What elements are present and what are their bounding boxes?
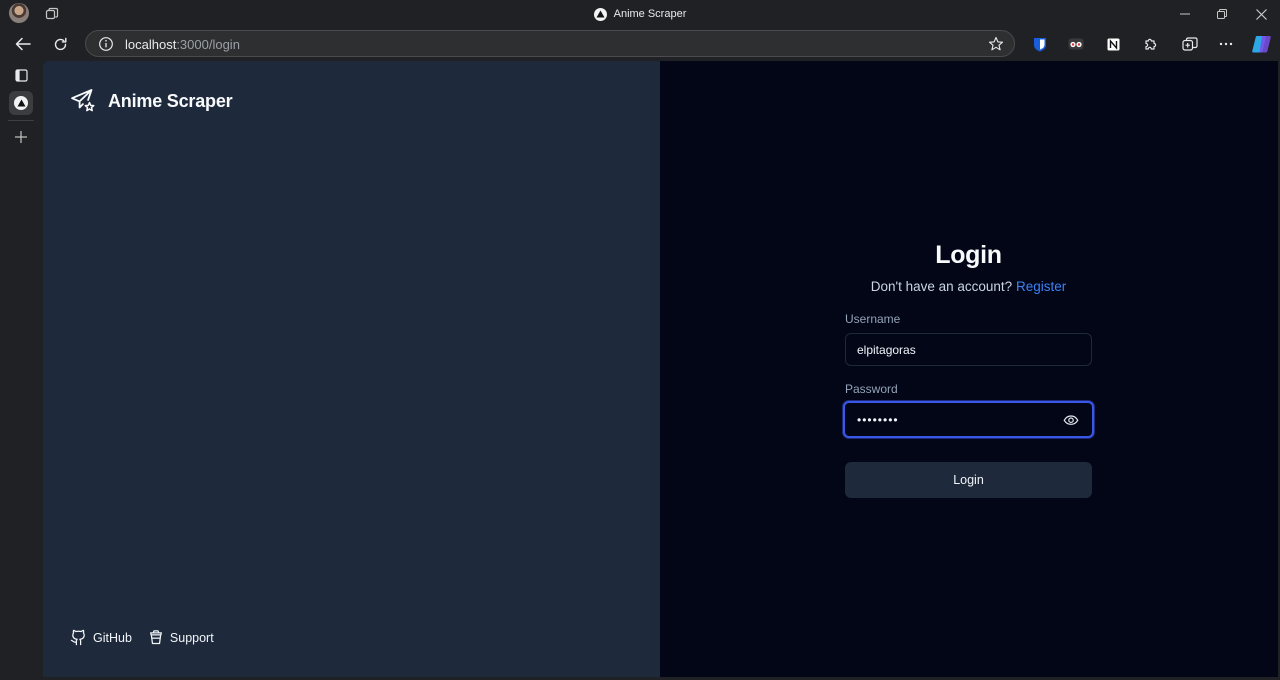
tab-anime-scraper[interactable] [9, 91, 33, 115]
more-menu-icon[interactable] [1216, 34, 1236, 54]
url-path: :3000/login [176, 37, 240, 52]
url-text[interactable]: localhost:3000/login [125, 37, 240, 52]
login-panel: Login Don't have an account? Register Us… [660, 61, 1278, 677]
browser-titlebar: Anime Scraper [0, 0, 1280, 28]
back-icon[interactable] [11, 32, 35, 56]
footer-links: GitHub Support [70, 629, 214, 646]
page-viewport: Anime Scraper GitHub Support Login Don't… [43, 61, 1278, 677]
login-form: Login Don't have an account? Register Us… [843, 241, 1094, 498]
password-label: Password [845, 382, 898, 396]
github-link-label: GitHub [93, 630, 132, 645]
brand-panel: Anime Scraper GitHub Support [43, 61, 660, 677]
cup-icon [149, 630, 162, 645]
tab-favicon-icon [14, 96, 28, 110]
register-link[interactable]: Register [1016, 279, 1066, 294]
bitwarden-extension-icon[interactable] [1030, 34, 1050, 54]
brand-name: Anime Scraper [108, 90, 233, 111]
login-title: Login [935, 241, 1002, 269]
new-tab-plus-icon[interactable] [9, 125, 33, 149]
send-star-icon [71, 89, 95, 112]
tab-actions-icon[interactable] [9, 63, 33, 87]
refresh-icon[interactable] [48, 32, 72, 56]
password-input[interactable] [843, 401, 1094, 438]
copilot-icon[interactable] [1251, 34, 1273, 54]
restore-icon[interactable] [1212, 4, 1232, 24]
vertical-tab-strip [0, 60, 42, 680]
username-label: Username [845, 312, 901, 326]
tampermonkey-extension-icon[interactable] [1066, 34, 1086, 54]
support-link[interactable]: Support [148, 629, 214, 646]
register-prompt: Don't have an account? Register [845, 279, 1092, 294]
site-info-icon[interactable] [98, 36, 114, 52]
window-title-text: Anime Scraper [613, 8, 687, 20]
url-host: localhost [125, 37, 177, 52]
site-favicon-icon [593, 7, 607, 21]
close-icon[interactable] [1251, 4, 1271, 24]
github-icon [70, 629, 85, 646]
show-password-eye-icon[interactable] [1063, 412, 1079, 428]
window-title: Anime Scraper [0, 0, 1280, 28]
register-prompt-text: Don't have an account? [870, 279, 1013, 294]
extensions-puzzle-icon[interactable] [1140, 34, 1160, 54]
password-field [843, 401, 1094, 438]
notion-extension-icon[interactable] [1103, 34, 1123, 54]
support-link-label: Support [169, 630, 214, 645]
github-link[interactable]: GitHub [70, 629, 132, 646]
minimize-icon[interactable] [1175, 4, 1195, 24]
tab-strip-divider [8, 120, 34, 121]
username-input[interactable] [845, 333, 1092, 366]
address-bar[interactable]: localhost:3000/login [85, 30, 1015, 57]
brand-logo[interactable]: Anime Scraper [70, 88, 233, 114]
browser-toolbar: localhost:3000/login [0, 28, 1280, 60]
collections-icon[interactable] [1180, 34, 1200, 54]
login-button[interactable]: Login [845, 462, 1092, 498]
favorite-star-icon[interactable] [988, 36, 1004, 52]
